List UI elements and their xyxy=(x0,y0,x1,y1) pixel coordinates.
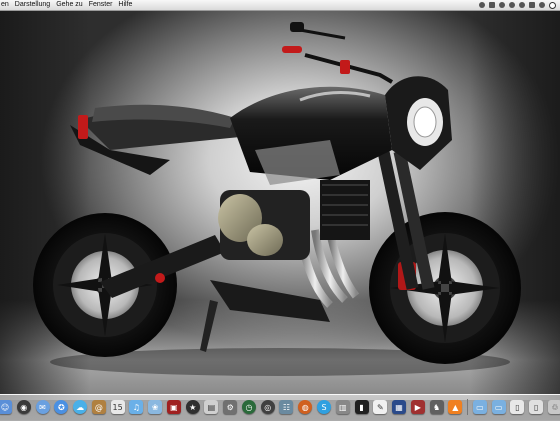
camera-icon[interactable]: ◎ xyxy=(260,400,275,414)
engine xyxy=(218,180,370,260)
trash-icon[interactable]: ♲ xyxy=(547,400,560,414)
time-machine-icon[interactable]: ◷ xyxy=(241,400,256,414)
downloads-folder-icon[interactable]: ▭ xyxy=(491,400,506,414)
menu-item-partial[interactable]: en xyxy=(0,0,12,10)
clock-icon[interactable] xyxy=(539,2,545,8)
skype-icon[interactable]: S xyxy=(317,400,332,414)
firefox-icon[interactable]: ◍ xyxy=(298,400,313,414)
menu-item-fenster[interactable]: Fenster xyxy=(86,0,116,10)
ichat-icon[interactable]: ☁ xyxy=(73,400,88,414)
menu-bar: en Darstellung Gehe zu Fenster Hilfe xyxy=(0,0,560,11)
documents-folder-icon[interactable]: ▭ xyxy=(472,400,487,414)
handlebars xyxy=(282,22,394,84)
chess-icon[interactable]: ♞ xyxy=(429,400,444,414)
menu-item-gehe-zu[interactable]: Gehe zu xyxy=(53,0,85,10)
kickstand xyxy=(200,300,218,352)
dock: ☺ ◉ ✉ ✪ ☁ @15 ♫ ❀ ▣ ★ ▤ ⚙ ◷ ◎ ☷ ◍ S ▥ ▮ ✎ ▦ ▶ ♞ ▲ ▭ ▭ ▯ ▯ ♲ xyxy=(0,396,560,418)
spotlight-icon[interactable] xyxy=(549,1,556,9)
sync-icon[interactable] xyxy=(479,2,485,8)
motorcycle-image xyxy=(33,22,521,376)
seat-tail xyxy=(70,104,260,175)
volume-icon[interactable] xyxy=(519,2,525,8)
itunes-icon[interactable]: ♫ xyxy=(129,400,144,414)
menu-item-darstellung[interactable]: Darstellung xyxy=(12,0,53,10)
system-preferences-icon[interactable]: ⚙ xyxy=(223,400,238,414)
wifi-icon[interactable] xyxy=(509,2,515,8)
ical-icon[interactable]: 15 xyxy=(110,400,125,414)
dashboard-icon[interactable]: ◉ xyxy=(16,400,31,414)
document-stack-icon-2[interactable]: ▯ xyxy=(529,400,544,414)
document-stack-icon[interactable]: ▯ xyxy=(510,400,525,414)
fuel-tank xyxy=(230,86,392,185)
front-row-icon[interactable]: ★ xyxy=(185,400,200,414)
display-icon[interactable] xyxy=(489,2,495,8)
vlc-icon[interactable]: ▲ xyxy=(448,400,463,414)
front-wheel xyxy=(369,212,521,364)
menu-extras xyxy=(479,1,560,9)
address-book-icon[interactable]: @ xyxy=(91,400,106,414)
utility-icon[interactable]: ▥ xyxy=(335,400,350,414)
safari-icon[interactable]: ✪ xyxy=(54,400,69,414)
dock-divider xyxy=(467,399,469,415)
battery-icon[interactable] xyxy=(529,2,535,8)
red-accent xyxy=(155,273,165,283)
menu-item-hilfe[interactable]: Hilfe xyxy=(115,0,135,10)
iphoto-icon[interactable]: ❀ xyxy=(148,400,163,414)
media-icon[interactable]: ▶ xyxy=(410,400,425,414)
bluetooth-icon[interactable] xyxy=(499,2,505,8)
finder-icon[interactable]: ☺ xyxy=(0,400,12,414)
preview-icon[interactable]: ▤ xyxy=(204,400,219,414)
network-icon[interactable]: ☷ xyxy=(279,400,294,414)
mail-icon[interactable]: ✉ xyxy=(35,400,50,414)
photoshop-icon[interactable]: ▦ xyxy=(392,400,407,414)
photo-booth-icon[interactable]: ▣ xyxy=(166,400,181,414)
terminal-icon[interactable]: ▮ xyxy=(354,400,369,414)
textedit-icon[interactable]: ✎ xyxy=(373,400,388,414)
